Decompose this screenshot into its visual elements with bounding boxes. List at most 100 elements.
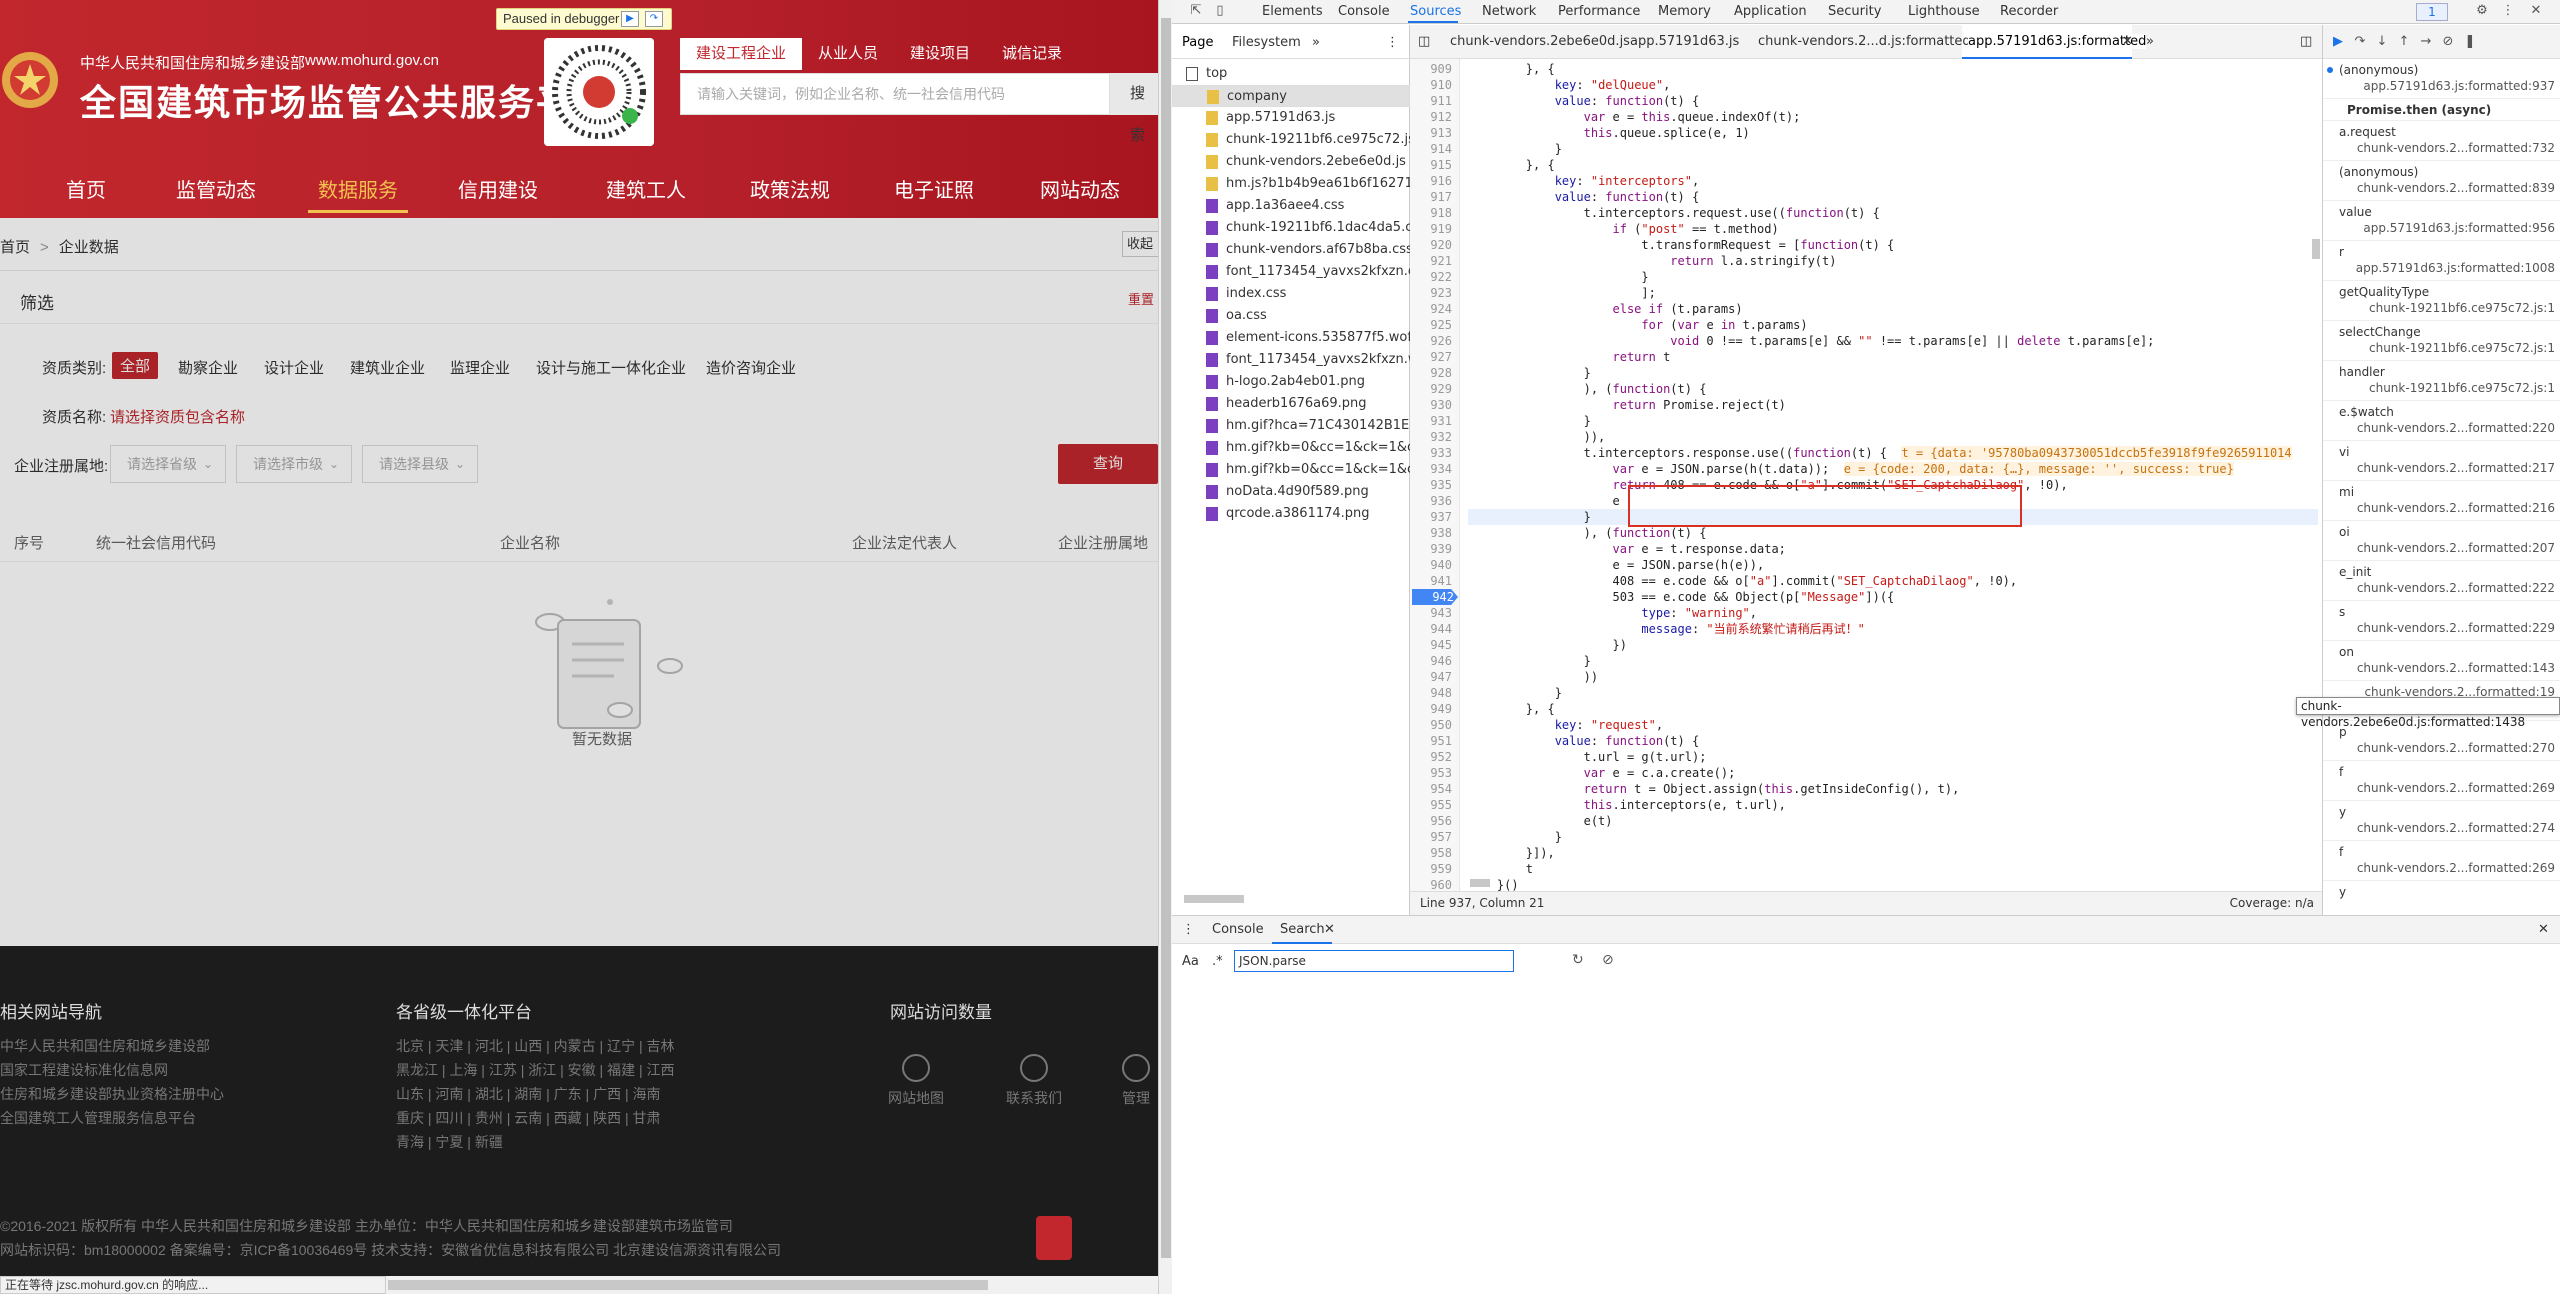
gear-icon[interactable]: ⚙	[2474, 3, 2490, 19]
code-line[interactable]: }, {	[1468, 61, 2318, 77]
step-into-icon[interactable]: ↓	[2373, 33, 2391, 51]
step-over-icon[interactable]: ↷	[645, 11, 663, 27]
code-line[interactable]: void 0 !== t.params[e] && "" !== t.param…	[1468, 333, 2318, 349]
nav-workers[interactable]: 建筑工人	[606, 174, 686, 203]
editor-tab[interactable]: chunk-vendors.2ebe6e0d.js	[1450, 34, 1630, 49]
tab-sources[interactable]: Sources	[1410, 4, 1461, 19]
line-number[interactable]: 910	[1410, 77, 1452, 93]
footer-province-row[interactable]: 北京 | 天津 | 河北 | 山西 | 内蒙古 | 辽宁 | 吉林	[396, 1034, 675, 1058]
step-icon[interactable]: →	[2417, 33, 2435, 51]
code-line[interactable]: e(t)	[1468, 813, 2318, 829]
drawer-tab-search[interactable]: Search	[1280, 922, 1325, 937]
tab-network[interactable]: Network	[1482, 4, 1536, 19]
more-tabs-icon[interactable]: »	[1312, 35, 1320, 50]
category-supervision[interactable]: 监理企业	[450, 357, 510, 378]
file-tree-item[interactable]: chunk-vendors.af67b8ba.css	[1172, 239, 1410, 261]
line-number[interactable]: 909	[1410, 61, 1452, 77]
resume-icon[interactable]: ▶	[621, 11, 639, 27]
line-number[interactable]: 955	[1410, 797, 1452, 813]
line-number[interactable]: 951	[1410, 733, 1452, 749]
code-line[interactable]: value: function(t) {	[1468, 93, 2318, 109]
file-tree-item[interactable]: element-icons.535877f5.woff	[1172, 327, 1410, 349]
gov-badge-icon[interactable]	[1036, 1216, 1072, 1260]
nav-policy[interactable]: 政策法规	[750, 174, 830, 203]
code-line[interactable]: message: "当前系统繁忙请稍后再试！"	[1468, 621, 2318, 637]
code-line[interactable]: }, {	[1468, 157, 2318, 173]
more-options-icon[interactable]: ⋮	[2500, 3, 2516, 19]
call-frame[interactable]: (anonymous) app.57191d63.js:formatted:937	[2323, 59, 2560, 99]
pause-exceptions-icon[interactable]: ❚	[2461, 33, 2479, 51]
sitemap-link[interactable]: 网站地图	[888, 1054, 944, 1108]
file-tree-item[interactable]: hm.gif?kb=0&cc=1&ck=1&cl=24	[1172, 437, 1410, 459]
search-tab-enterprise[interactable]: 建设工程企业	[680, 38, 803, 70]
toggle-navigator-icon[interactable]: ◫	[1418, 34, 1430, 49]
line-number[interactable]: 957	[1410, 829, 1452, 845]
code-line[interactable]: }	[1468, 141, 2318, 157]
code-line[interactable]: 503 == e.code && Object(p["Message"])({	[1468, 589, 2318, 605]
line-number[interactable]: 940	[1410, 557, 1452, 573]
file-tree-item[interactable]: h-logo.2ab4eb01.png	[1172, 371, 1410, 393]
code-line[interactable]: var e = this.queue.indexOf(t);	[1468, 109, 2318, 125]
call-frame[interactable]: r app.57191d63.js:formatted:1008	[2323, 241, 2560, 281]
nav-data-service[interactable]: 数据服务	[318, 174, 398, 203]
line-number[interactable]: 929	[1410, 381, 1452, 397]
file-tree-item[interactable]: hm.js?b1b4b9ea61b6f1627192160766a9c55c	[1172, 173, 1410, 195]
footer-link[interactable]: 住房和城乡建设部执业资格注册中心	[0, 1082, 224, 1106]
line-number[interactable]: 938	[1410, 525, 1452, 541]
line-number[interactable]: 958	[1410, 845, 1452, 861]
line-number[interactable]: 926	[1410, 333, 1452, 349]
footer-province-row[interactable]: 山东 | 河南 | 湖北 | 湖南 | 广东 | 广西 | 海南	[396, 1082, 661, 1106]
line-number[interactable]: 914	[1410, 141, 1452, 157]
call-frame[interactable]: handler chunk-19211bf6.ce975c72.js:1	[2323, 361, 2560, 401]
code-line[interactable]: }	[1468, 413, 2318, 429]
scrollbar-thumb[interactable]	[2312, 239, 2320, 259]
code-line[interactable]: t.url = g(t.url);	[1468, 749, 2318, 765]
category-all[interactable]: 全部	[112, 352, 159, 379]
file-tree-item[interactable]: index.css	[1172, 283, 1410, 305]
code-line[interactable]: e = JSON.parse(h(e)),	[1468, 557, 2318, 573]
line-number[interactable]: 937	[1410, 509, 1452, 525]
footer-province-row[interactable]: 黑龙江 | 上海 | 江苏 | 浙江 | 安徽 | 福建 | 江西	[396, 1058, 675, 1082]
file-tree-item[interactable]: chunk-vendors.2ebe6e0d.js	[1172, 151, 1410, 173]
page-vertical-scrollbar[interactable]	[1158, 0, 1172, 1294]
tab-recorder[interactable]: Recorder	[2000, 4, 2058, 19]
code-line[interactable]: value: function(t) {	[1468, 733, 2318, 749]
footer-link[interactable]: 国家工程建设标准化信息网	[0, 1058, 168, 1082]
line-number[interactable]: 917	[1410, 189, 1452, 205]
category-cost-consulting[interactable]: 造价咨询企业	[706, 357, 796, 378]
scrollbar-thumb[interactable]	[1184, 895, 1244, 903]
tab-console[interactable]: Console	[1338, 4, 1390, 19]
search-tab-credit[interactable]: 诚信记录	[986, 38, 1078, 70]
more-options-icon[interactable]: ⋮	[1386, 35, 1399, 50]
call-frame[interactable]: vi chunk-vendors.2...formatted:217	[2323, 441, 2560, 481]
call-frame[interactable]: y	[2323, 881, 2560, 915]
line-number[interactable]: 950	[1410, 717, 1452, 733]
code-line[interactable]: }	[1468, 829, 2318, 845]
refresh-icon[interactable]: ↻	[1572, 952, 1584, 968]
scrollbar-thumb[interactable]	[1470, 879, 1490, 887]
line-number[interactable]: 921	[1410, 253, 1452, 269]
line-number[interactable]: 947	[1410, 669, 1452, 685]
code-line[interactable]: this.interceptors(e, t.url),	[1468, 797, 2318, 813]
close-drawer-icon[interactable]: ✕	[2538, 922, 2549, 937]
call-frame[interactable]: e_init chunk-vendors.2...formatted:222	[2323, 561, 2560, 601]
province-select[interactable]: 请选择省级 ⌄	[110, 445, 226, 483]
line-number[interactable]: 930	[1410, 397, 1452, 413]
scrollbar-thumb[interactable]	[1161, 18, 1171, 1258]
code-line[interactable]: for (var e in t.params)	[1468, 317, 2318, 333]
tab-elements[interactable]: Elements	[1262, 4, 1323, 19]
line-number[interactable]: 928	[1410, 365, 1452, 381]
editor-tab[interactable]: chunk-vendors.2...d.js:formatted	[1758, 34, 1971, 49]
code-line[interactable]: })	[1468, 637, 2318, 653]
gov-url[interactable]: www.mohurd.gov.cn	[305, 52, 439, 69]
tab-lighthouse[interactable]: Lighthouse	[1908, 4, 1980, 19]
line-number[interactable]: 911	[1410, 93, 1452, 109]
collapse-button[interactable]: 收起	[1122, 231, 1158, 257]
code-line[interactable]: }	[1468, 365, 2318, 381]
nav-e-certificate[interactable]: 电子证照	[894, 174, 974, 203]
line-number[interactable]: 936	[1410, 493, 1452, 509]
file-tree-item[interactable]: font_1173454_yavxs2kfxzn.css	[1172, 261, 1410, 283]
line-number[interactable]: 956	[1410, 813, 1452, 829]
city-select[interactable]: 请选择市级 ⌄	[236, 445, 352, 483]
nav-home[interactable]: 首页	[66, 174, 106, 203]
